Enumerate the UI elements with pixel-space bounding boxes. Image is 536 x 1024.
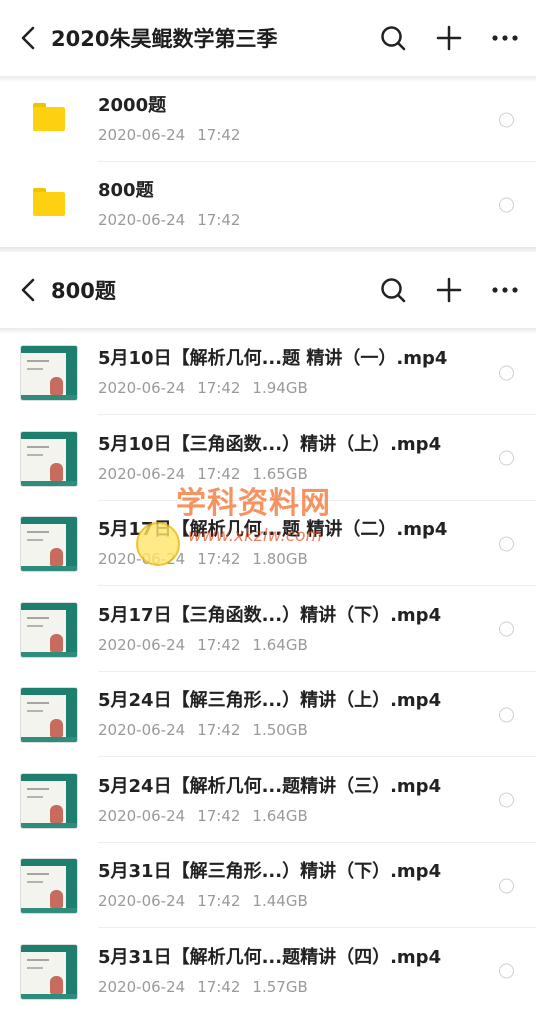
- file-name: 5月10日【解析几何...题 精讲（一）.mp4: [98, 348, 448, 369]
- file-name: 5月31日【解析几何...题精讲（四）.mp4: [98, 946, 442, 968]
- video-thumbnail: [20, 430, 78, 487]
- file-name: 5月17日【解析几何...题 精讲（二）.mp4: [98, 519, 448, 540]
- page-title: 800题: [51, 279, 116, 303]
- folder-icon: [33, 103, 65, 131]
- header-root-folder: 2020朱昊鲲数学第三季: [0, 0, 536, 76]
- video-thumbnail: [20, 345, 78, 401]
- file-name: 5月17日【三角函数...）精讲（下）.mp4: [98, 604, 442, 626]
- video-thumbnail: [20, 601, 78, 658]
- select-radio[interactable]: [499, 112, 514, 127]
- video-thumbnail: [20, 687, 78, 743]
- select-radio[interactable]: [499, 621, 514, 637]
- file-meta: 2020-06-24 17:42 1.64GB: [98, 635, 308, 654]
- file-name: 5月31日【解三角形...）精讲（下）.mp4: [98, 861, 442, 882]
- add-icon[interactable]: [434, 23, 464, 53]
- file-row[interactable]: 5月17日【三角函数...）精讲（下）.mp4 2020-06-24 17:42 1.…: [0, 587, 536, 672]
- file-row[interactable]: 5月24日【解析几何...题精讲（三）.mp4 2020-06-24 17:42 1.…: [0, 758, 536, 843]
- file-meta: 2020-06-24 17:42 1.44GB: [98, 892, 308, 910]
- back-arrow-icon[interactable]: [14, 275, 44, 305]
- file-meta: 2020-06-24 17:42 1.57GB: [98, 977, 308, 996]
- select-radio[interactable]: [499, 792, 514, 808]
- select-radio[interactable]: [499, 450, 514, 466]
- select-radio[interactable]: [499, 963, 514, 979]
- file-name: 5月24日【解析几何...题精讲（三）.mp4: [98, 775, 442, 797]
- select-radio[interactable]: [499, 536, 514, 551]
- select-radio[interactable]: [499, 197, 514, 212]
- folder-name: 2000题: [98, 95, 167, 116]
- video-thumbnail: [20, 772, 78, 829]
- file-row[interactable]: 5月10日【解析几何...题 精讲（一）.mp4 2020-06-24 17:42 1…: [0, 330, 536, 415]
- folder-name: 800题: [98, 180, 154, 201]
- file-row[interactable]: 5月10日【三角函数...）精讲（上）.mp4 2020-06-24 17:42 1.…: [0, 416, 536, 501]
- file-row[interactable]: 5月31日【解三角形...）精讲（下）.mp4 2020-06-24 17:42 1.…: [0, 843, 536, 928]
- file-meta: 2020-06-24 17:42 1.50GB: [98, 721, 308, 739]
- folder-meta: 2020-06-24 17:42: [98, 126, 241, 144]
- file-meta: 2020-06-24 17:42 1.65GB: [98, 464, 308, 483]
- more-options-icon[interactable]: [490, 275, 520, 305]
- file-meta: 2020-06-24 17:42 1.94GB: [98, 379, 308, 397]
- add-icon[interactable]: [434, 275, 464, 305]
- select-radio[interactable]: [499, 365, 514, 380]
- select-radio[interactable]: [499, 707, 514, 722]
- select-radio[interactable]: [499, 878, 514, 893]
- file-row[interactable]: 5月31日【解析几何...题精讲（四）.mp4 2020-06-24 17:42 1.…: [0, 929, 536, 1014]
- folder-row[interactable]: 2000题 2020-06-24 17:42: [0, 77, 536, 162]
- folder-icon: [33, 188, 65, 216]
- header-subfolder: 800题: [0, 252, 536, 328]
- file-row[interactable]: 5月24日【解三角形...）精讲（上）.mp4 2020-06-24 17:42 1.…: [0, 672, 536, 757]
- folder-meta: 2020-06-24 17:42: [98, 211, 241, 229]
- back-arrow-icon[interactable]: [14, 23, 44, 53]
- search-icon[interactable]: [378, 23, 408, 53]
- file-meta: 2020-06-24 17:42 1.64GB: [98, 806, 308, 825]
- video-thumbnail: [20, 516, 78, 572]
- more-options-icon[interactable]: [490, 23, 520, 53]
- file-name: 5月24日【解三角形...）精讲（上）.mp4: [98, 690, 442, 711]
- file-name: 5月10日【三角函数...）精讲（上）.mp4: [98, 433, 442, 455]
- file-meta: 2020-06-24 17:42 1.80GB: [98, 550, 308, 568]
- video-thumbnail: [20, 858, 78, 914]
- video-thumbnail: [20, 943, 78, 1000]
- page-title: 2020朱昊鲲数学第三季: [51, 27, 278, 51]
- file-row[interactable]: 5月17日【解析几何...题 精讲（二）.mp4 2020-06-24 17:42 1…: [0, 501, 536, 586]
- search-icon[interactable]: [378, 275, 408, 305]
- folder-row[interactable]: 800题 2020-06-24 17:42: [0, 162, 536, 247]
